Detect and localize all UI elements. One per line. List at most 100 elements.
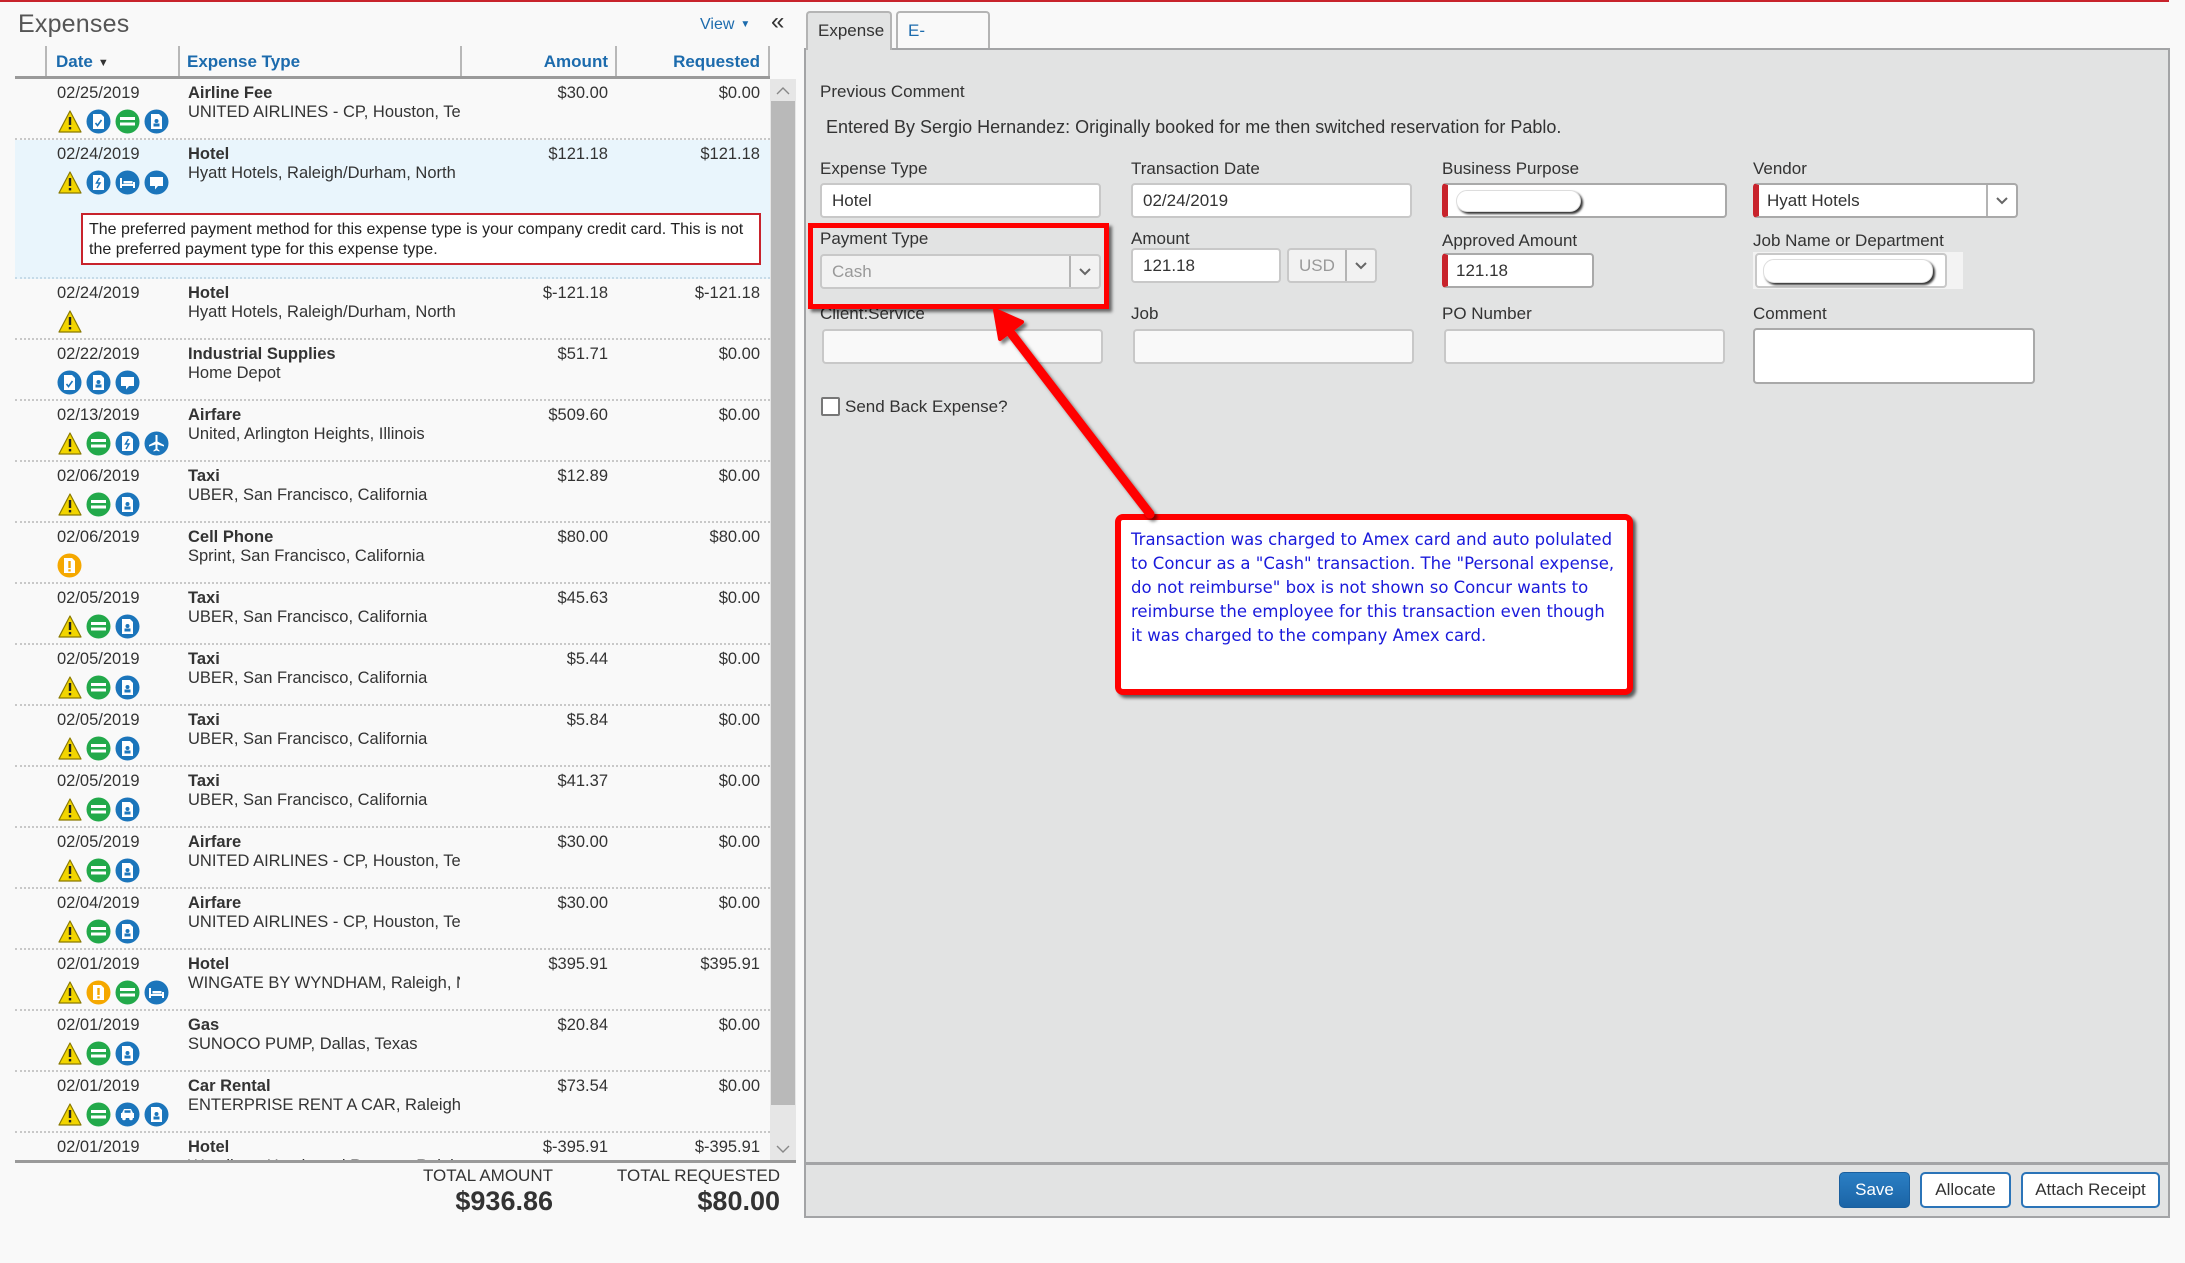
approved-amount-field[interactable]: 121.18 (1442, 253, 1594, 288)
column-header-requested[interactable]: Requested (615, 46, 760, 76)
warning-icon[interactable] (57, 980, 82, 1005)
card-icon[interactable] (115, 980, 140, 1005)
expense-row[interactable]: 02/01/2019 Hotel WINGATE BY WYNDHAM, Ralei… (15, 950, 770, 1011)
card-icon[interactable] (86, 858, 111, 883)
warning-icon[interactable] (57, 675, 82, 700)
scroll-up-button[interactable] (770, 79, 796, 101)
card-icon[interactable] (86, 431, 111, 456)
expense-row[interactable]: 02/05/2019 Airfare UNITED AIRLINES - CP, H… (15, 828, 770, 889)
card-icon[interactable] (86, 492, 111, 517)
card-icon[interactable] (86, 736, 111, 761)
warning-icon[interactable] (57, 1102, 82, 1127)
warning-icon[interactable] (57, 797, 82, 822)
missing-receipt-icon[interactable] (86, 980, 111, 1005)
tab-e-receipt[interactable]: E-Receipt (896, 11, 990, 76)
send-back-checkbox[interactable] (821, 397, 840, 416)
warning-icon[interactable] (57, 919, 82, 944)
tab-expense[interactable]: Expense (806, 11, 892, 50)
job-field[interactable] (1133, 329, 1414, 364)
expense-row[interactable]: 02/25/2019 Airline Fee UNITED AIRLINES - C… (15, 79, 770, 140)
expense-row[interactable]: 02/06/2019 Taxi UBER, San Francisco, Calif… (15, 462, 770, 523)
transaction-date-field[interactable]: 02/24/2019 (1131, 183, 1412, 218)
warning-icon[interactable] (57, 736, 82, 761)
receipt-check-icon[interactable] (86, 109, 111, 134)
receipt-image-icon[interactable] (115, 492, 140, 517)
car-icon[interactable] (115, 1102, 140, 1127)
expense-row[interactable]: 02/05/2019 Taxi UBER, San Francisco, Calif… (15, 767, 770, 828)
amount-field[interactable]: 121.18 (1131, 248, 1281, 283)
warning-icon[interactable] (57, 170, 82, 195)
column-header-date[interactable]: Date ▼ (56, 46, 109, 76)
receipt-image-icon[interactable] (115, 675, 140, 700)
card-icon[interactable] (86, 614, 111, 639)
currency-dropdown[interactable]: USD (1287, 248, 1377, 283)
warning-icon[interactable] (57, 614, 82, 639)
receipt-image-icon[interactable] (115, 858, 140, 883)
payment-type-dropdown[interactable]: Cash (820, 254, 1101, 289)
attach-receipt-button[interactable]: Attach Receipt (2021, 1172, 2160, 1208)
row-requested: $0.00 (718, 1077, 760, 1095)
comment-textarea[interactable] (1753, 328, 2035, 384)
expense-row[interactable]: 02/05/2019 Taxi UBER, San Francisco, Calif… (15, 645, 770, 706)
warning-icon[interactable] (57, 431, 82, 456)
receipt-image-icon[interactable] (115, 919, 140, 944)
warning-icon[interactable] (57, 309, 82, 334)
vendor-dropdown-button[interactable] (1986, 185, 2016, 216)
receipt-image-icon[interactable] (115, 736, 140, 761)
hotel-icon[interactable] (115, 170, 140, 195)
warning-icon[interactable] (57, 109, 82, 134)
scroll-down-button[interactable] (770, 1138, 796, 1160)
receipt-image-icon[interactable] (144, 109, 169, 134)
allocate-button[interactable]: Allocate (1920, 1172, 2011, 1208)
scroll-thumb[interactable] (771, 101, 795, 1105)
expense-row[interactable]: 02/01/2019 Gas SUNOCO PUMP, Dallas, Texas $… (15, 1011, 770, 1072)
column-header-expense-type[interactable]: Expense Type (187, 46, 300, 76)
expense-row[interactable]: 02/01/2019 Car Rental ENTERPRISE RENT A CA… (15, 1072, 770, 1133)
card-icon[interactable] (86, 797, 111, 822)
client-service-field[interactable] (822, 329, 1103, 364)
job-name-field[interactable] (1755, 253, 1947, 288)
column-header-amount[interactable]: Amount (460, 46, 608, 76)
view-menu-button[interactable]: View ▼ (700, 16, 750, 34)
receipt-image-icon[interactable] (115, 614, 140, 639)
expense-type-field[interactable]: Hotel (820, 183, 1101, 218)
expense-row[interactable]: 02/05/2019 Taxi UBER, San Francisco, Calif… (15, 706, 770, 767)
expense-row[interactable]: 02/04/2019 Airfare UNITED AIRLINES - CP, H… (15, 889, 770, 950)
expense-row[interactable]: 02/05/2019 Taxi UBER, San Francisco, Calif… (15, 584, 770, 645)
card-icon[interactable] (86, 675, 111, 700)
receipt-image-icon[interactable] (115, 797, 140, 822)
receipt-check-icon[interactable] (57, 370, 82, 395)
card-icon[interactable] (115, 109, 140, 134)
comment-icon[interactable] (115, 370, 140, 395)
expense-row-selected[interactable]: 02/24/2019 Hotel Hyatt Hotels, Raleigh/Dur… (15, 140, 770, 279)
card-icon[interactable] (86, 1041, 111, 1066)
expense-row[interactable]: 02/01/2019HotelWyndham Hotels and Resort… (15, 1133, 770, 1160)
currency-dropdown-button[interactable] (1345, 250, 1375, 281)
ereceipt-icon[interactable] (115, 431, 140, 456)
vendor-dropdown[interactable]: Hyatt Hotels (1753, 183, 2018, 218)
business-purpose-field[interactable] (1442, 183, 1727, 218)
receipt-image-icon[interactable] (86, 370, 111, 395)
hotel-icon[interactable] (144, 980, 169, 1005)
receipt-image-icon[interactable] (144, 1102, 169, 1127)
payment-type-dropdown-button[interactable] (1069, 256, 1099, 287)
expense-row[interactable]: 02/24/2019 Hotel Hyatt Hotels, Raleigh/Dur… (15, 279, 770, 340)
warning-icon[interactable] (57, 1041, 82, 1066)
receipt-image-icon[interactable] (115, 1041, 140, 1066)
card-icon[interactable] (86, 919, 111, 944)
send-back-label[interactable]: Send Back Expense? (845, 397, 1008, 417)
expense-row[interactable]: 02/22/2019 Industrial Supplies Home Depot $… (15, 340, 770, 401)
warning-icon[interactable] (57, 492, 82, 517)
po-number-field[interactable] (1444, 329, 1725, 364)
list-scrollbar[interactable] (770, 79, 796, 1160)
save-button[interactable]: Save (1839, 1172, 1910, 1208)
warning-icon[interactable] (57, 858, 82, 883)
collapse-panel-button[interactable]: « (771, 10, 784, 34)
expense-row[interactable]: 02/06/2019 Cell Phone Sprint, San Francisc… (15, 523, 770, 584)
ereceipt-icon[interactable] (86, 170, 111, 195)
expense-row[interactable]: 02/13/2019 Airfare United, Arlington Heigh… (15, 401, 770, 462)
comment-icon[interactable] (144, 170, 169, 195)
missing-receipt-icon[interactable] (57, 553, 82, 578)
card-icon[interactable] (86, 1102, 111, 1127)
airplane-icon[interactable] (144, 431, 169, 456)
